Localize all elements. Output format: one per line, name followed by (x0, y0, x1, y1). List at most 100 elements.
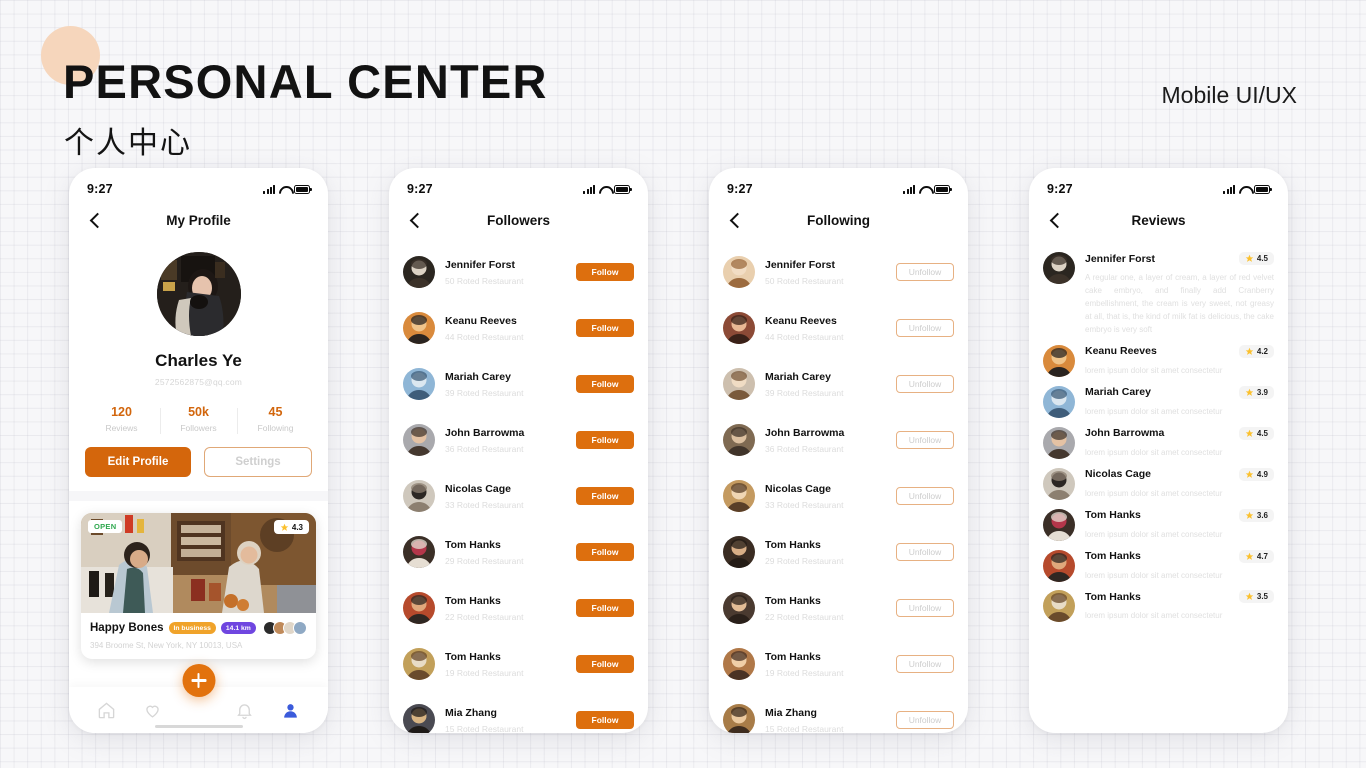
list-item[interactable]: John Barrowma 36 Roted Restaurant Unfollow (709, 412, 968, 468)
unfollow-button[interactable]: Unfollow (896, 375, 954, 393)
follow-button[interactable]: Follow (576, 319, 634, 337)
stat-followers[interactable]: 50k Followers (160, 405, 237, 434)
review-item[interactable]: John Barrowma 4.5 lorem ipsum dolor sit am… (1029, 419, 1288, 460)
follow-button[interactable]: Follow (576, 487, 634, 505)
chevron-left-icon[interactable] (87, 212, 103, 228)
chevron-left-icon[interactable] (407, 212, 423, 228)
list-item[interactable]: Tom Hanks 22 Roted Restaurant Follow (389, 580, 648, 636)
list-item[interactable]: Tom Hanks 29 Roted Restaurant Follow (389, 524, 648, 580)
list-item[interactable]: Nicolas Cage 33 Roted Restaurant Follow (389, 468, 648, 524)
follow-button[interactable]: Follow (576, 263, 634, 281)
stat-label: Reviews (105, 423, 138, 433)
follow-button[interactable]: Follow (576, 431, 634, 449)
unfollow-button[interactable]: Unfollow (896, 655, 954, 673)
rating-value: 4.9 (1256, 469, 1268, 479)
edit-profile-button[interactable]: Edit Profile (85, 447, 191, 477)
unfollow-button[interactable]: Unfollow (896, 263, 954, 281)
user-rated-count: 36 Roted Restaurant (445, 443, 524, 454)
avatar (723, 592, 755, 624)
restaurant-card[interactable]: OPEN 4.3 Happy Bones In business 14.1 km… (81, 513, 316, 659)
review-item[interactable]: Tom Hanks 4.7 lorem ipsum dolor sit amet c… (1029, 542, 1288, 583)
user-name: Tom Hanks (445, 650, 501, 663)
reviewer-name: Tom Hanks (1085, 590, 1141, 603)
profile-email: 2572562875@qq.com (154, 377, 243, 387)
unfollow-button[interactable]: Unfollow (896, 711, 954, 729)
review-item[interactable]: Jennifer Forst 4.5 A regular one, a layer … (1029, 244, 1288, 337)
list-item[interactable]: Tom Hanks 19 Roted Restaurant Unfollow (709, 636, 968, 692)
chevron-left-icon[interactable] (727, 212, 743, 228)
bell-icon[interactable] (235, 701, 254, 720)
user-rated-count: 29 Roted Restaurant (445, 555, 524, 566)
status-bar: 9:27 (389, 168, 648, 200)
rating-badge: 3.5 (1238, 590, 1274, 604)
avatar (403, 368, 435, 400)
unfollow-button[interactable]: Unfollow (896, 599, 954, 617)
user-rated-count: 22 Roted Restaurant (445, 611, 524, 622)
list-item[interactable]: John Barrowma 36 Roted Restaurant Follow (389, 412, 648, 468)
avatar (723, 480, 755, 512)
star-icon (1245, 388, 1254, 396)
star-icon (1245, 593, 1254, 601)
list-item[interactable]: Tom Hanks 29 Roted Restaurant Unfollow (709, 524, 968, 580)
avatar (723, 368, 755, 400)
reviewer-name: Tom Hanks (1085, 509, 1141, 522)
restaurant-photo: OPEN 4.3 (81, 513, 316, 613)
follow-button[interactable]: Follow (576, 599, 634, 617)
list-item[interactable]: Keanu Reeves 44 Roted Restaurant Unfollow (709, 300, 968, 356)
list-item[interactable]: Jennifer Forst 50 Roted Restaurant Unfollo… (709, 244, 968, 300)
avatar (723, 424, 755, 456)
follow-button[interactable]: Follow (576, 375, 634, 393)
list-item[interactable]: Tom Hanks 22 Roted Restaurant Unfollow (709, 580, 968, 636)
list-item[interactable]: Mariah Carey 39 Roted Restaurant Follow (389, 356, 648, 412)
following-list: Jennifer Forst 50 Roted Restaurant Unfollo… (709, 240, 968, 733)
stat-value: 120 (111, 405, 132, 419)
heart-icon[interactable] (143, 701, 162, 720)
review-text: A regular one, a layer of cream, a layer… (1085, 273, 1274, 334)
list-item[interactable]: Nicolas Cage 33 Roted Restaurant Unfollow (709, 468, 968, 524)
profile-icon[interactable] (281, 701, 300, 720)
user-name: Nicolas Cage (445, 482, 511, 495)
review-item[interactable]: Tom Hanks 3.5 lorem ipsum dolor sit amet c… (1029, 582, 1288, 623)
review-item[interactable]: Tom Hanks 3.6 lorem ipsum dolor sit amet c… (1029, 501, 1288, 542)
restaurant-address: 394 Broome St, New York, NY 10013, USA (90, 641, 243, 650)
list-item[interactable]: Mariah Carey 39 Roted Restaurant Unfollow (709, 356, 968, 412)
list-item[interactable]: Mia Zhang 15 Roted Restaurant Follow (389, 692, 648, 733)
star-icon (280, 523, 289, 531)
battery-icon (934, 184, 952, 194)
follow-button[interactable]: Follow (576, 655, 634, 673)
follow-button[interactable]: Follow (576, 543, 634, 561)
review-text: lorem ipsum dolor sit amet consectetur (1085, 611, 1223, 621)
avatar (1043, 426, 1075, 459)
review-item[interactable]: Mariah Carey 3.9 lorem ipsum dolor sit ame… (1029, 378, 1288, 419)
unfollow-button[interactable]: Unfollow (896, 319, 954, 337)
follow-button[interactable]: Follow (576, 711, 634, 729)
unfollow-button[interactable]: Unfollow (896, 487, 954, 505)
user-rated-count: 22 Roted Restaurant (765, 611, 844, 622)
settings-button[interactable]: Settings (204, 447, 312, 477)
home-icon[interactable] (97, 701, 116, 720)
avatar (1043, 590, 1075, 623)
avatar (403, 424, 435, 456)
page-tag: Mobile UI/UX (1161, 82, 1297, 108)
user-name: Tom Hanks (765, 594, 821, 607)
phone-screen-followers: 9:27 Followers Jennifer Forst 50 Roted Re… (389, 168, 648, 733)
review-item[interactable]: Nicolas Cage 4.9 lorem ipsum dolor sit ame… (1029, 460, 1288, 501)
review-item[interactable]: Keanu Reeves 4.2 lorem ipsum dolor sit ame… (1029, 337, 1288, 378)
list-item[interactable]: Jennifer Forst 50 Roted Restaurant Follow (389, 244, 648, 300)
list-item[interactable]: Mia Zhang 15 Roted Restaurant Unfollow (709, 692, 968, 733)
review-text: lorem ipsum dolor sit amet consectetur (1085, 570, 1223, 580)
chevron-left-icon[interactable] (1047, 212, 1063, 228)
signal-icon (903, 184, 915, 194)
unfollow-button[interactable]: Unfollow (896, 431, 954, 449)
stat-reviews[interactable]: 120 Reviews (83, 405, 160, 433)
add-icon[interactable] (182, 664, 215, 697)
star-icon (1245, 511, 1254, 519)
avatar (723, 704, 755, 733)
unfollow-button[interactable]: Unfollow (896, 543, 954, 561)
chip-distance: 14.1 km (220, 622, 256, 634)
list-item[interactable]: Tom Hanks 19 Roted Restaurant Follow (389, 636, 648, 692)
list-item[interactable]: Keanu Reeves 44 Roted Restaurant Follow (389, 300, 648, 356)
user-rated-count: 15 Roted Restaurant (765, 723, 844, 734)
stat-following[interactable]: 45 Following (237, 405, 314, 434)
phone-screen-profile: 9:27 My Profile Charles Ye 2572562875@qq… (69, 168, 328, 733)
